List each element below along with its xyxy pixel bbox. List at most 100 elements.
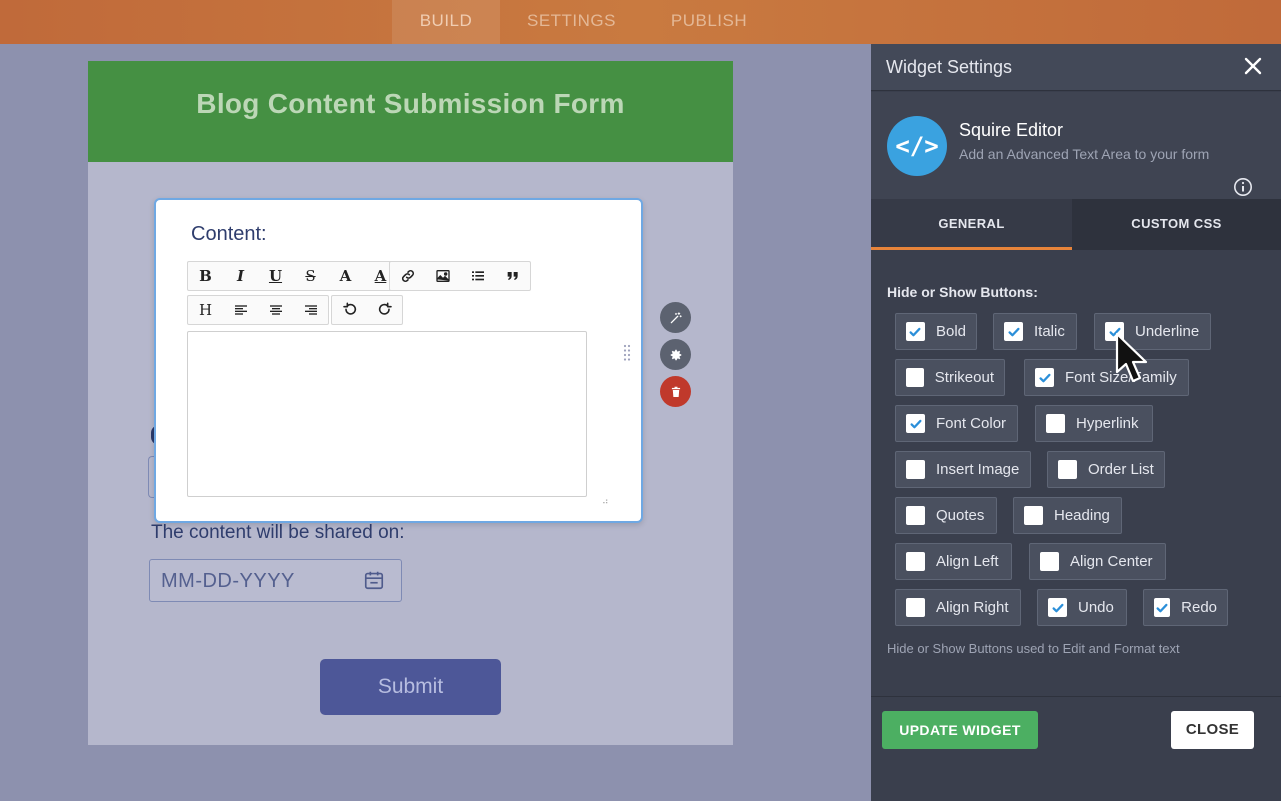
shared-on-label: The content will be shared on:	[151, 522, 405, 543]
checkbox-checked[interactable]	[1154, 598, 1171, 617]
mouse-pointer-icon	[1115, 332, 1148, 383]
magic-wand-icon	[670, 311, 682, 323]
tab-custom-css[interactable]: CUSTOM CSS	[1072, 199, 1281, 250]
option-label: Align Left	[936, 553, 999, 570]
widget-info: </> Squire Editor Add an Advanced Text A…	[871, 92, 1281, 199]
close-icon[interactable]	[1243, 56, 1263, 76]
date-input[interactable]: MM-DD-YYYY	[149, 559, 402, 602]
list-icon	[471, 271, 484, 281]
tab-general[interactable]: GENERAL	[871, 199, 1072, 250]
option-align-left[interactable]: Align Left	[895, 543, 1012, 580]
tab-build[interactable]: BUILD	[392, 0, 500, 44]
undo-icon	[342, 302, 356, 315]
widget-name: Squire Editor	[959, 120, 1064, 140]
code-icon: </>	[887, 116, 947, 176]
date-placeholder: MM-DD-YYYY	[161, 570, 295, 592]
checkbox-unchecked[interactable]	[1058, 460, 1077, 479]
option-label: Bold	[935, 323, 966, 340]
align-left-icon	[234, 305, 247, 315]
option-font-size-family[interactable]: Font Size/Family	[1024, 359, 1189, 396]
panel-tabs: GENERAL CUSTOM CSS	[871, 199, 1281, 250]
gear-icon	[670, 349, 681, 360]
checkbox-unchecked[interactable]	[1040, 552, 1059, 571]
wand-button[interactable]	[660, 302, 691, 333]
checkbox-unchecked[interactable]	[906, 506, 925, 525]
option-label: Italic	[1034, 323, 1065, 340]
option-order-list[interactable]: Order List	[1047, 451, 1165, 488]
font-size-button[interactable]: A	[328, 262, 363, 290]
option-label: Heading	[1054, 507, 1110, 524]
submit-button[interactable]: Submit	[320, 659, 501, 715]
widget-settings-panel: Widget Settings </> Squire Editor Add an…	[871, 44, 1281, 801]
checkbox-unchecked[interactable]	[906, 552, 925, 571]
delete-widget-button[interactable]	[660, 376, 691, 407]
widget-settings-button[interactable]	[660, 339, 691, 370]
redo-icon	[378, 302, 392, 315]
update-widget-button[interactable]: UPDATE WIDGET	[882, 711, 1038, 749]
option-align-right[interactable]: Align Right	[895, 589, 1021, 626]
align-left-button[interactable]	[223, 296, 258, 324]
align-right-button[interactable]	[293, 296, 328, 324]
option-align-center[interactable]: Align Center	[1029, 543, 1166, 580]
checkbox-checked[interactable]	[906, 414, 925, 433]
widget-description: Add an Advanced Text Area to your form	[959, 146, 1210, 162]
strikeout-button[interactable]: S	[293, 262, 328, 290]
quotes-button[interactable]	[495, 262, 530, 290]
option-quotes[interactable]: Quotes	[895, 497, 997, 534]
checkbox-unchecked[interactable]	[906, 598, 925, 617]
option-heading[interactable]: Heading	[1013, 497, 1122, 534]
option-hyperlink[interactable]: Hyperlink	[1035, 405, 1153, 442]
checkbox-unchecked[interactable]	[1046, 414, 1065, 433]
order-list-button[interactable]	[460, 262, 495, 290]
options-hint: Hide or Show Buttons used to Edit and Fo…	[887, 641, 1180, 656]
checkbox-checked[interactable]	[1004, 322, 1023, 341]
italic-button[interactable]: I	[223, 262, 258, 290]
option-italic[interactable]: Italic	[993, 313, 1077, 350]
option-insert-image[interactable]: Insert Image	[895, 451, 1031, 488]
tab-publish[interactable]: PUBLISH	[660, 0, 758, 44]
redo-button[interactable]	[367, 296, 402, 324]
bold-button[interactable]: B	[188, 262, 223, 290]
undo-button[interactable]	[332, 296, 367, 324]
option-label: Insert Image	[936, 461, 1020, 478]
option-undo[interactable]: Undo	[1037, 589, 1127, 626]
option-bold[interactable]: Bold	[895, 313, 977, 350]
option-strikeout[interactable]: Strikeout	[895, 359, 1005, 396]
option-font-color[interactable]: Font Color	[895, 405, 1018, 442]
align-right-icon	[304, 305, 317, 315]
checkbox-checked[interactable]	[1048, 598, 1067, 617]
quote-icon	[507, 272, 518, 280]
hyperlink-button[interactable]	[390, 262, 425, 290]
option-label: Hyperlink	[1076, 415, 1139, 432]
top-nav: BUILD SETTINGS PUBLISH	[0, 0, 1281, 44]
tab-settings[interactable]: SETTINGS	[515, 0, 628, 44]
heading-button[interactable]: H	[188, 296, 223, 324]
option-underline[interactable]: Underline	[1094, 313, 1211, 350]
content-label: Content:	[191, 223, 267, 245]
option-redo[interactable]: Redo	[1143, 589, 1228, 626]
form-title[interactable]: Blog Content Submission Form	[88, 88, 733, 120]
option-label: Undo	[1078, 599, 1114, 616]
align-center-button[interactable]	[258, 296, 293, 324]
rich-text-area[interactable]	[187, 331, 587, 497]
checkbox-checked[interactable]	[906, 322, 925, 341]
checkbox-unchecked[interactable]	[906, 368, 924, 387]
toolbar-group-align: H	[187, 295, 329, 325]
drag-handle-icon[interactable]	[623, 344, 631, 362]
image-icon	[435, 270, 450, 282]
info-icon[interactable]	[1233, 177, 1253, 197]
squire-editor-widget[interactable]: Content: B I U S A A H ⠴	[154, 198, 643, 523]
insert-image-button[interactable]	[425, 262, 460, 290]
panel-title: Widget Settings	[886, 57, 1013, 77]
checkbox-unchecked[interactable]	[1024, 506, 1043, 525]
underline-button[interactable]: U	[258, 262, 293, 290]
section-label: Hide or Show Buttons:	[887, 284, 1038, 300]
checkbox-checked[interactable]	[1035, 368, 1054, 387]
close-button[interactable]: CLOSE	[1171, 711, 1254, 749]
resize-handle[interactable]: ⠴	[602, 496, 609, 507]
trash-icon	[671, 386, 680, 397]
checkbox-unchecked[interactable]	[906, 460, 925, 479]
calendar-icon[interactable]	[363, 569, 385, 591]
option-label: Order List	[1088, 461, 1154, 478]
panel-header: Widget Settings	[871, 44, 1281, 91]
